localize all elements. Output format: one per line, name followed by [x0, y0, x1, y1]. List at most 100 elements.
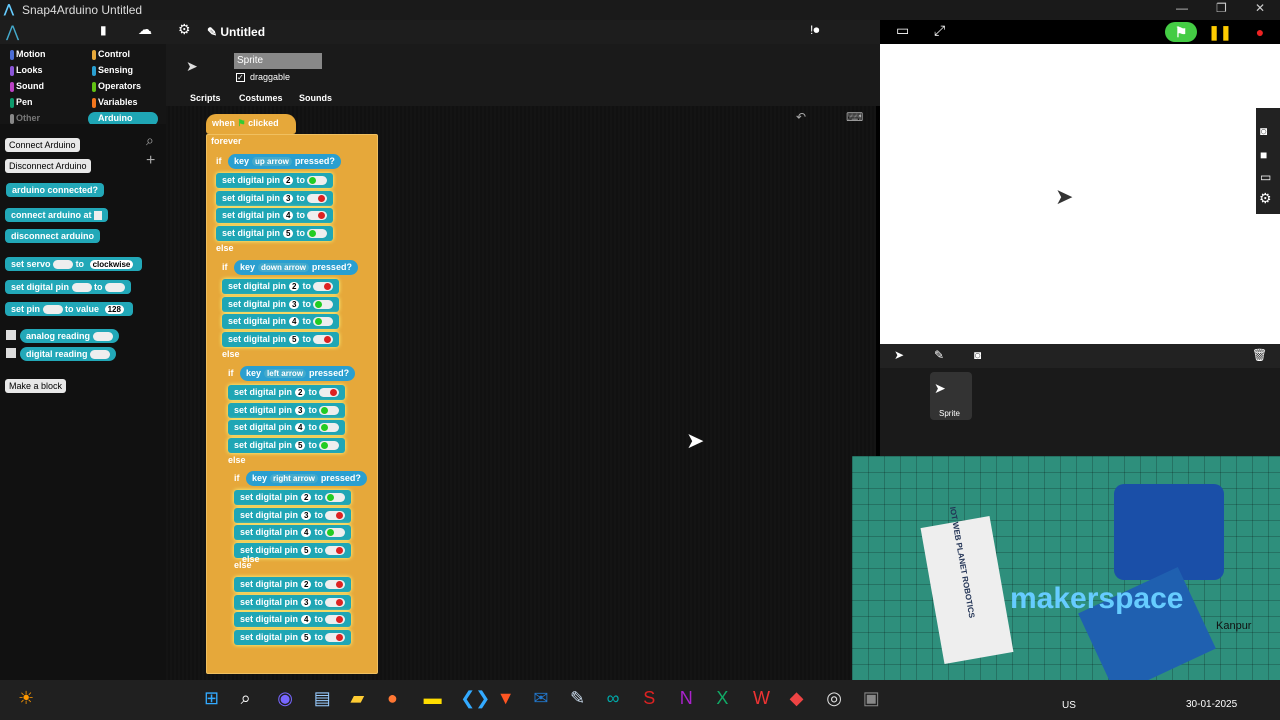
category-sound[interactable]: Sound [6, 80, 76, 94]
draggable-checkbox[interactable]: ✓ [236, 73, 245, 82]
category-pen[interactable]: Pen [6, 96, 76, 110]
file-explorer-icon[interactable]: ▰ [350, 688, 364, 709]
digital-checkbox[interactable] [6, 348, 16, 358]
scripts-area[interactable]: ↶ ⌨ when ⚑ clicked forever if key up arrow pr… [166, 106, 876, 680]
green-flag-button[interactable]: ⚑ [1165, 22, 1197, 42]
stage-size-icon[interactable]: ▭ [896, 22, 909, 39]
set-digital-pin-block[interactable]: set digital pin 2 to [234, 490, 352, 505]
camera-icon[interactable]: ◙ [1260, 124, 1267, 138]
pin-dropdown[interactable]: 2 [301, 580, 312, 589]
clock-date[interactable]: 30-01-2025 [1186, 699, 1237, 710]
false-toggle[interactable] [307, 193, 328, 203]
snap-icon[interactable]: S [643, 688, 655, 709]
bool-slot[interactable] [105, 283, 126, 293]
category-motion[interactable]: Motion [6, 48, 76, 62]
set-digital-pin-block[interactable]: set digital pin 3 to [234, 507, 352, 523]
stop-button[interactable]: ● [1248, 22, 1272, 42]
pin-dropdown[interactable]: 2 [301, 493, 312, 502]
language-indicator[interactable]: US [1062, 700, 1076, 711]
key-dropdown[interactable]: up arrow [252, 157, 292, 166]
notepad-icon[interactable]: ▤ [314, 688, 331, 709]
when-flag-clicked-hat[interactable]: when ⚑ clicked [206, 114, 296, 134]
category-operators[interactable]: Operators [88, 80, 158, 94]
sprite-thumbnail[interactable]: ➤ Sprite [930, 372, 972, 420]
category-looks[interactable]: Looks [6, 64, 76, 78]
undo-icon[interactable]: ↶ [796, 110, 806, 124]
file-icon[interactable]: ▮ [100, 23, 107, 37]
false-toggle[interactable] [307, 211, 328, 221]
set-pin-value-block[interactable]: set pin to value 128 [5, 302, 133, 316]
category-control[interactable]: Control [88, 48, 158, 62]
tab-costumes[interactable]: Costumes [239, 93, 283, 103]
false-toggle[interactable] [325, 632, 346, 642]
tab-sounds[interactable]: Sounds [299, 93, 332, 103]
gear-icon[interactable]: ⚙ [178, 21, 191, 38]
pin-dropdown[interactable]: 3 [295, 405, 306, 415]
pin-dropdown[interactable]: 5 [301, 545, 312, 555]
edit-icon[interactable]: ✎ [570, 688, 585, 709]
true-toggle[interactable] [313, 317, 334, 327]
value-input[interactable]: 128 [104, 305, 124, 314]
analog-reading-block[interactable]: analog reading [20, 329, 119, 343]
set-digital-pin-block[interactable]: set digital pin 3 to [234, 594, 352, 610]
minimize-icon[interactable]: — [1176, 1, 1188, 15]
chrome-icon[interactable]: ◎ [826, 688, 842, 709]
true-toggle[interactable] [307, 228, 328, 238]
arduino-connected-block[interactable]: arduino connected? [6, 183, 105, 197]
pin-dropdown[interactable]: 4 [295, 423, 306, 432]
pin-dropdown[interactable]: 4 [301, 615, 312, 624]
false-toggle[interactable] [319, 388, 340, 398]
turbo-icon[interactable]: !⏺ [810, 23, 819, 38]
false-toggle[interactable] [325, 615, 346, 625]
pin-slot[interactable] [71, 283, 92, 293]
category-variables[interactable]: Variables [88, 96, 158, 110]
false-toggle[interactable] [325, 545, 346, 555]
true-toggle[interactable] [313, 299, 334, 309]
disconnect-arduino-button[interactable]: Disconnect Arduino [5, 159, 91, 173]
arduino-icon[interactable]: ∞ [607, 688, 620, 709]
meet-icon[interactable]: ◉ [277, 688, 293, 709]
set-digital-pin-block[interactable]: set digital pin 5 to [234, 629, 352, 645]
set-digital-pin-block[interactable]: set digital pin 5 to [222, 331, 340, 347]
pin-dropdown[interactable]: 3 [283, 193, 294, 203]
video-icon[interactable]: ■ [1260, 148, 1267, 162]
firefox-icon[interactable]: ● [387, 688, 398, 709]
set-digital-pin-block[interactable]: set digital pin 4 to [234, 525, 352, 540]
set-digital-pin-block[interactable]: set digital pin 3 to [228, 402, 346, 418]
false-toggle[interactable] [313, 282, 334, 292]
sprite-name-field[interactable]: Sprite [234, 53, 322, 69]
digital-reading-block[interactable]: digital reading [20, 347, 117, 361]
servo-slot[interactable] [53, 260, 74, 270]
wps-icon[interactable]: W [753, 688, 770, 709]
pin-slot[interactable] [42, 305, 63, 315]
set-digital-pin-block[interactable]: set digital pin 5 to [216, 225, 334, 241]
close-icon[interactable]: ✕ [1255, 1, 1265, 15]
sprite-arrow-icon[interactable]: ➤ [1055, 184, 1073, 210]
key-dropdown[interactable]: left arrow [264, 369, 307, 378]
key-pressed-block[interactable]: key right arrow pressed? [246, 471, 367, 486]
false-toggle[interactable] [325, 597, 346, 607]
set-digital-pin-block[interactable]: set digital pin 2 to [222, 279, 340, 294]
pin-dropdown[interactable]: 5 [289, 334, 300, 344]
set-digital-pin-block[interactable]: set digital pin 2 to [228, 385, 346, 400]
pin-slot[interactable] [90, 350, 111, 360]
set-digital-pin-block[interactable]: set digital pin 2 to [234, 577, 352, 592]
search-icon[interactable]: ⌕ [146, 132, 154, 149]
excel-icon[interactable]: X [716, 688, 728, 709]
key-pressed-block[interactable]: key left arrow pressed? [240, 366, 356, 381]
stage[interactable]: ➤ [880, 44, 1280, 344]
plus-icon[interactable]: + [146, 152, 155, 170]
analog-checkbox[interactable] [6, 330, 16, 340]
fullscreen-icon[interactable]: ⤢ [934, 22, 945, 39]
false-toggle[interactable] [325, 510, 346, 520]
pin-dropdown[interactable]: 4 [283, 211, 294, 220]
pin-dropdown[interactable]: 3 [289, 299, 300, 309]
key-pressed-block[interactable]: key up arrow pressed? [228, 154, 341, 169]
key-pressed-block[interactable]: key down arrow pressed? [234, 260, 358, 275]
pause-button[interactable]: ❚❚ [1208, 22, 1232, 42]
snap-logo-icon[interactable]: ⋀ [6, 22, 19, 42]
windows-start-icon[interactable]: ⊞ [204, 688, 219, 709]
trash-icon[interactable]: 🗑 [1252, 348, 1267, 362]
pin-dropdown[interactable]: 3 [301, 597, 312, 607]
outlook-icon[interactable]: ✉ [533, 688, 548, 709]
